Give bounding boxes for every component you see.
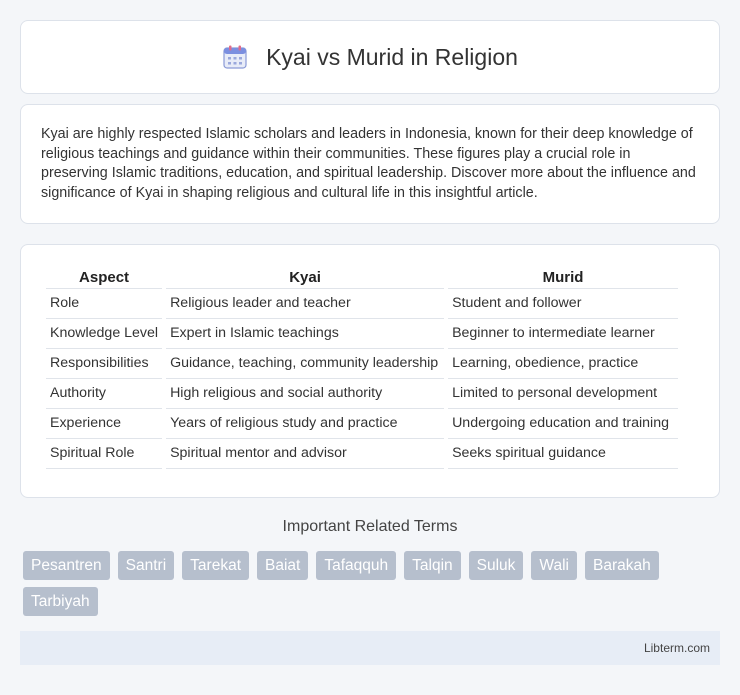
footer-site-link[interactable]: Libterm.com — [644, 641, 710, 655]
table-row: Authority High religious and social auth… — [46, 378, 679, 408]
term-tag[interactable]: Talqin — [404, 551, 461, 580]
header-murid: Murid — [542, 269, 584, 286]
cell-aspect: Responsibilities — [46, 348, 163, 378]
footer: Libterm.com — [20, 631, 720, 665]
cell-aspect: Experience — [46, 408, 163, 438]
header-aspect: Aspect — [79, 269, 130, 286]
cell-aspect: Authority — [46, 378, 163, 408]
table-row: Spiritual Role Spiritual mentor and advi… — [46, 438, 679, 469]
table-row: Role Religious leader and teacher Studen… — [46, 288, 679, 318]
cell-murid: Learning, obedience, practice — [448, 348, 679, 378]
term-tag[interactable]: Wali — [531, 551, 577, 580]
comparison-card: Aspect Kyai Murid Role Religious leader … — [20, 244, 720, 498]
page-title: Kyai vs Murid in Religion — [266, 43, 518, 70]
table-row: Knowledge Level Expert in Islamic teachi… — [46, 318, 679, 348]
term-tag[interactable]: Suluk — [468, 551, 524, 580]
cell-murid: Undergoing education and training — [448, 408, 679, 438]
intro-card: Kyai are highly respected Islamic schola… — [20, 104, 720, 224]
term-tag[interactable]: Tarekat — [182, 551, 250, 580]
cell-murid: Seeks spiritual guidance — [448, 438, 679, 469]
header-kyai: Kyai — [289, 269, 321, 286]
table-row: Experience Years of religious study and … — [46, 408, 679, 438]
cell-kyai: Guidance, teaching, community leadership — [166, 348, 445, 378]
cell-aspect: Knowledge Level — [46, 318, 163, 348]
intro-text: Kyai are highly respected Islamic schola… — [41, 126, 696, 201]
term-tag[interactable]: Barakah — [584, 551, 659, 580]
cell-murid: Student and follower — [448, 288, 679, 318]
term-tag[interactable]: Baiat — [257, 551, 309, 580]
cell-kyai: Expert in Islamic teachings — [166, 318, 445, 348]
term-tag[interactable]: Santri — [117, 551, 175, 580]
term-tag[interactable]: Tarbiyah — [23, 587, 98, 616]
cell-murid: Beginner to intermediate learner — [448, 318, 679, 348]
title-card: Kyai vs Murid in Religion — [20, 20, 720, 94]
table-header-row: Aspect Kyai Murid — [46, 265, 678, 288]
cell-aspect: Spiritual Role — [46, 438, 163, 469]
calendar-icon — [222, 44, 248, 70]
cell-murid: Limited to personal development — [448, 378, 679, 408]
related-terms-title: Important Related Terms — [282, 518, 458, 535]
term-tag[interactable]: Pesantren — [23, 551, 110, 580]
term-tag[interactable]: Tafaqquh — [316, 551, 397, 580]
cell-aspect: Role — [46, 288, 163, 318]
cell-kyai: Spiritual mentor and advisor — [166, 438, 445, 469]
cell-kyai: Years of religious study and practice — [166, 408, 445, 438]
comparison-table: Aspect Kyai Murid Role Religious leader … — [42, 265, 682, 469]
table-row: Responsibilities Guidance, teaching, com… — [46, 348, 679, 378]
cell-kyai: Religious leader and teacher — [166, 288, 445, 318]
cell-kyai: High religious and social authority — [166, 378, 445, 408]
related-terms-list: Pesantren Santri Tarekat Baiat Tafaqquh … — [23, 551, 723, 616]
